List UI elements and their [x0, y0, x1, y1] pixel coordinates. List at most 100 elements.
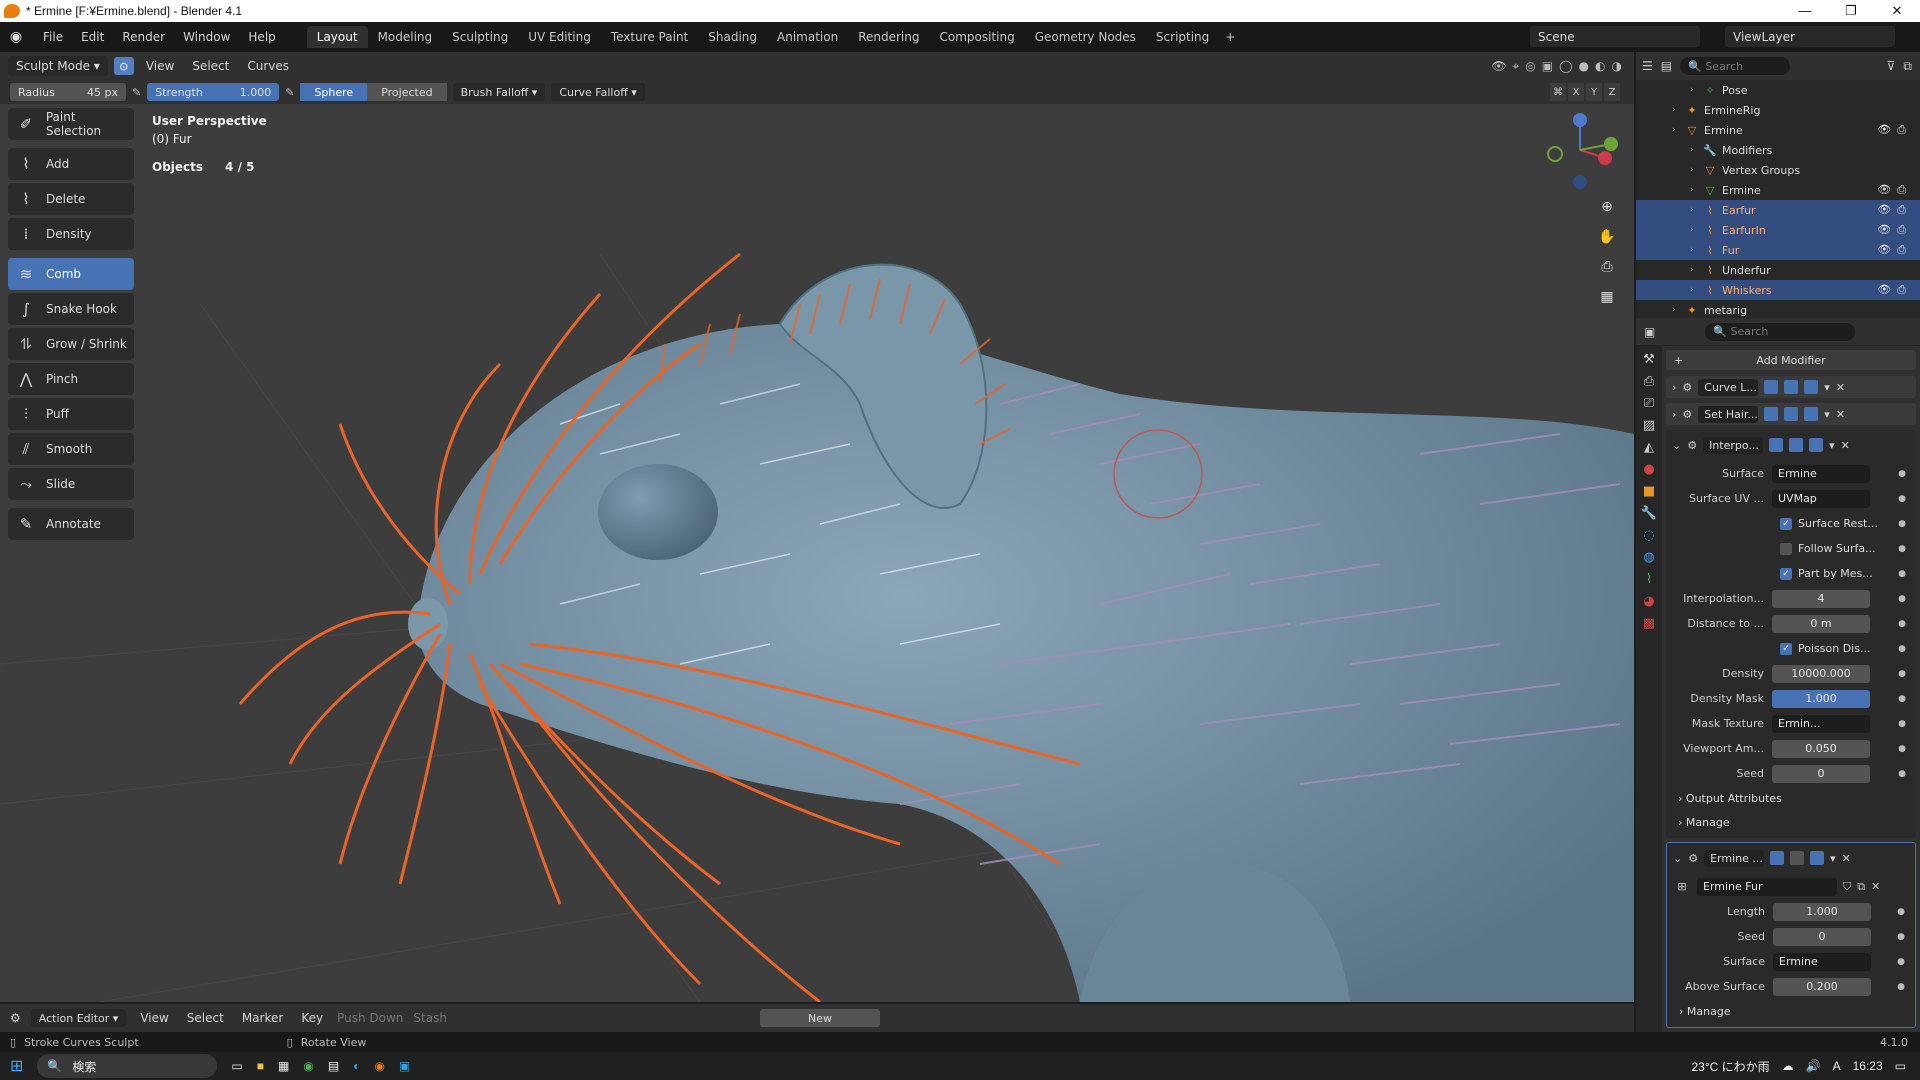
expand-chevron-icon[interactable]: ›	[1672, 105, 1684, 115]
dropdown-icon[interactable]: ▾	[1824, 408, 1830, 421]
close-button[interactable]: ✕	[1874, 3, 1920, 19]
action-editor-dropdown[interactable]: Action Editor ▾	[30, 1009, 127, 1027]
checkbox[interactable]: ✓	[1780, 567, 1792, 580]
menu-window[interactable]: Window	[174, 30, 239, 44]
tool-pinch[interactable]: ⋀ Pinch	[8, 363, 134, 395]
tool-density[interactable]: ⁞ Density	[8, 218, 134, 250]
file-explorer-icon[interactable]: ■	[257, 1059, 264, 1073]
render-tab-icon[interactable]: ⎙	[1639, 374, 1659, 389]
keyframe-dot-icon[interactable]: ●	[1897, 982, 1905, 992]
menu-curves[interactable]: Curves	[241, 59, 295, 73]
modifier-name[interactable]: Set Hair...	[1698, 405, 1759, 423]
keyframe-dot-icon[interactable]: ●	[1898, 694, 1906, 704]
task-view-icon[interactable]: ▭	[231, 1059, 242, 1073]
property-value-field[interactable]: Ermine	[1773, 952, 1871, 971]
expand-chevron-icon[interactable]: ›	[1690, 185, 1702, 195]
perspective-grid-icon[interactable]: ▦	[1596, 286, 1618, 308]
tool-delete[interactable]: ⌇ Delete	[8, 183, 134, 215]
viewport-toggle-icon[interactable]	[1784, 407, 1799, 421]
property-value-field[interactable]: 0.050	[1772, 739, 1870, 758]
render-toggle-icon[interactable]	[1804, 380, 1819, 394]
neg-z-axis-icon[interactable]	[1573, 175, 1587, 189]
dropdown-icon[interactable]: ▾	[1830, 852, 1836, 865]
tab-compositing[interactable]: Compositing	[929, 26, 1024, 48]
visibility-toggle-icon[interactable]: 👁⎙	[1877, 243, 1912, 257]
new-collection-icon[interactable]: ⧉	[1903, 59, 1912, 74]
maximize-button[interactable]: ❐	[1828, 3, 1874, 19]
viewport-toggle-icon[interactable]	[1789, 438, 1804, 452]
modifier-row[interactable]: ⌄ ⚙ Ermine ... ▾ ✕	[1667, 847, 1915, 869]
expand-chevron-icon[interactable]: ›	[1690, 245, 1702, 255]
keyframe-dot-icon[interactable]: ●	[1898, 569, 1906, 579]
tab-scripting[interactable]: Scripting	[1146, 26, 1219, 48]
keyframe-dot-icon[interactable]: ●	[1898, 544, 1906, 554]
outliner-row[interactable]: › ▽ Ermine 👁⎙	[1636, 120, 1920, 140]
strength-field[interactable]: Strength 1.000	[147, 83, 280, 101]
menu-file[interactable]: File	[34, 30, 72, 44]
editmode-toggle-icon[interactable]	[1769, 438, 1784, 452]
add-modifier-button[interactable]: + Add Modifier	[1666, 350, 1916, 370]
y-axis-icon[interactable]	[1604, 137, 1618, 151]
outliner-search[interactable]: 🔍 Search	[1680, 57, 1791, 75]
minimize-button[interactable]: —	[1782, 3, 1828, 19]
tool-comb[interactable]: ≋ Comb	[8, 258, 134, 290]
expand-chevron-icon[interactable]: ›	[1672, 305, 1684, 315]
symmetry-icon[interactable]: ⊙	[113, 57, 134, 75]
axis-y-toggle[interactable]: Y	[1586, 83, 1602, 101]
expand-chevron-icon[interactable]: ›	[1690, 85, 1702, 95]
sphere-toggle[interactable]: Sphere	[300, 83, 368, 101]
checkbox[interactable]	[1780, 542, 1792, 555]
render-toggle-icon[interactable]	[1804, 407, 1819, 421]
editmode-toggle-icon[interactable]	[1770, 851, 1785, 865]
tool-smooth[interactable]: ⫽ Smooth	[8, 433, 134, 465]
tool-snake-hook[interactable]: ∫ Snake Hook	[8, 293, 134, 325]
tab-sculpting[interactable]: Sculpting	[442, 26, 518, 48]
add-workspace-button[interactable]: +	[1219, 26, 1241, 48]
output-attributes-subpanel[interactable]: › Output Attributes	[1666, 786, 1916, 810]
property-value-field[interactable]: 0	[1772, 764, 1870, 783]
outliner-row[interactable]: › ⌇ Whiskers 👁⎙	[1636, 280, 1920, 300]
filter-icon[interactable]: ⊽	[1887, 59, 1896, 73]
expand-chevron-icon[interactable]: ›	[1672, 408, 1676, 421]
outliner-row[interactable]: › ⌇ Earfur 👁⎙	[1636, 200, 1920, 220]
navigation-gizmo[interactable]	[1535, 110, 1625, 200]
expand-chevron-icon[interactable]: ›	[1690, 145, 1702, 155]
view-layer-selector[interactable]: ViewLayer	[1725, 26, 1895, 47]
solid-shading-icon[interactable]: ●	[1579, 59, 1589, 74]
start-icon[interactable]: ⊞	[10, 1056, 23, 1076]
outliner-row[interactable]: › ▽ Vertex Groups	[1636, 160, 1920, 180]
property-value-field[interactable]: Ermin...	[1772, 714, 1870, 733]
x-axis-icon[interactable]	[1598, 151, 1612, 165]
keyframe-dot-icon[interactable]: ●	[1898, 769, 1906, 779]
expand-chevron-icon[interactable]: ›	[1672, 125, 1684, 135]
blender-taskbar-icon[interactable]: ◉	[374, 1059, 384, 1073]
brush-falloff-dropdown[interactable]: Brush Falloff ▾	[452, 83, 546, 101]
modifier-name[interactable]: Curve L...	[1698, 378, 1759, 396]
outliner-row[interactable]: › ▽ Ermine 👁⎙	[1636, 180, 1920, 200]
visibility-toggle-icon[interactable]: 👁⎙	[1877, 283, 1912, 297]
checkbox[interactable]: ✓	[1780, 642, 1792, 655]
property-value-field[interactable]: 0	[1773, 927, 1871, 946]
network-icon[interactable]: ☁	[1782, 1059, 1794, 1073]
property-value-field[interactable]: 0 m	[1772, 614, 1870, 633]
outliner-row[interactable]: › 🔧 Modifiers	[1636, 140, 1920, 160]
menu-key[interactable]: Key	[297, 1011, 327, 1025]
scene-selector[interactable]: Scene	[1530, 26, 1700, 47]
render-toggle-icon[interactable]	[1810, 851, 1825, 865]
menu-select[interactable]: Select	[183, 1011, 228, 1025]
property-value-field[interactable]: Ermine	[1772, 464, 1870, 483]
ime-icon[interactable]: A	[1833, 1059, 1841, 1073]
notification-icon[interactable]: ▭	[1895, 1059, 1906, 1073]
tab-shading[interactable]: Shading	[698, 26, 767, 48]
butterfly-icon[interactable]: ⌘	[1550, 83, 1566, 101]
tool-slide[interactable]: ⤳ Slide	[8, 468, 134, 500]
outliner-row[interactable]: › ⌇ Underfur	[1636, 260, 1920, 280]
visibility-toggle-icon[interactable]: 👁⎙	[1877, 123, 1912, 137]
particles-tab-icon[interactable]: ◌	[1639, 528, 1659, 543]
keyframe-dot-icon[interactable]: ●	[1898, 469, 1906, 479]
remove-modifier-icon[interactable]: ✕	[1842, 852, 1851, 865]
world-tab-icon[interactable]: ●	[1639, 462, 1659, 477]
keyframe-dot-icon[interactable]: ●	[1897, 957, 1905, 967]
menu-edit[interactable]: Edit	[72, 30, 113, 44]
property-value-field[interactable]: 0.200	[1773, 977, 1871, 996]
